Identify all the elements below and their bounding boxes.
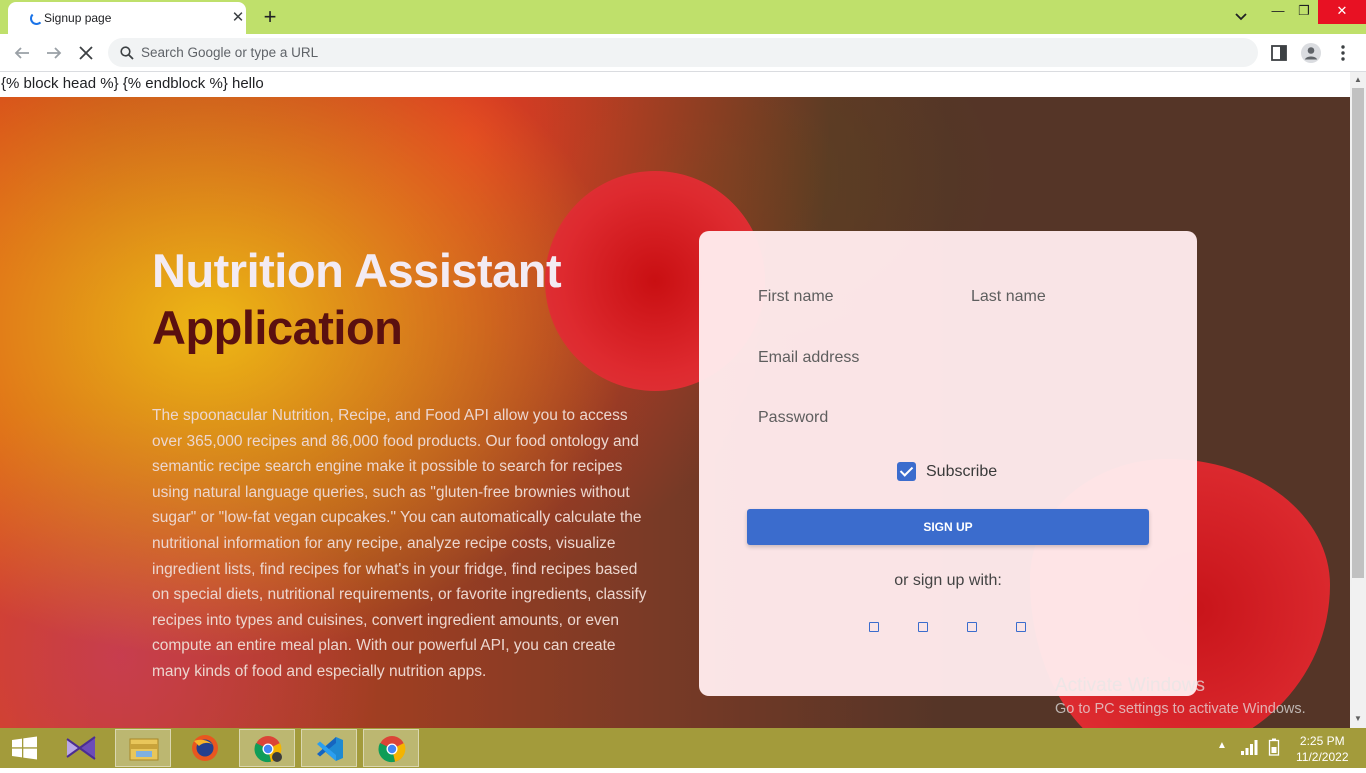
browser-menu-button[interactable]	[1332, 42, 1354, 64]
back-button[interactable]	[11, 42, 33, 64]
signal-bars-icon	[1241, 740, 1258, 755]
page-title-line2: Application	[152, 301, 403, 354]
taskbar-vscode[interactable]	[301, 729, 357, 767]
hero-section: Nutrition Assistant Application The spoo…	[0, 97, 1350, 728]
tab-search-button[interactable]	[1229, 6, 1253, 28]
loading-spinner-icon	[30, 12, 43, 25]
alt-signup-text: or sign up with:	[894, 572, 1002, 589]
taskbar-chrome-canary[interactable]	[239, 729, 295, 767]
github-icon[interactable]	[1016, 622, 1026, 632]
more-vertical-icon	[1341, 45, 1345, 61]
browser-tab[interactable]: Signup page ✕	[8, 2, 246, 34]
file-explorer-icon	[129, 738, 159, 761]
visual-studio-icon	[66, 736, 96, 760]
clock-date: 11/2/2022	[1296, 750, 1349, 764]
app-description: The spoonacular Nutrition, Recipe, and F…	[152, 407, 647, 680]
browser-toolbar: Search Google or type a URL	[0, 34, 1366, 72]
google-icon[interactable]	[918, 622, 928, 632]
firefox-icon	[192, 735, 218, 761]
taskbar: ▲ 2:25 PM 11/2/2022	[0, 728, 1366, 768]
start-icon	[12, 736, 37, 760]
chevron-down-icon	[1235, 13, 1247, 21]
profile-button[interactable]	[1300, 42, 1322, 64]
address-bar-placeholder: Search Google or type a URL	[141, 45, 319, 60]
taskbar-chrome[interactable]	[363, 729, 419, 767]
signup-button[interactable]: SIGN UP	[747, 509, 1149, 545]
raw-template-text: {% block head %} {% endblock %} hello	[1, 75, 264, 92]
page-viewport: {% block head %} {% endblock %} hello Nu…	[0, 72, 1366, 728]
battery-shape-icon	[1268, 738, 1280, 756]
side-panel-icon	[1271, 45, 1287, 61]
first-name-field[interactable]: First name	[758, 288, 834, 306]
signup-card: First name Last name Email address Passw…	[699, 231, 1197, 696]
vertical-scrollbar[interactable]: ▲ ▼	[1350, 72, 1366, 728]
watermark-title: Activate Windows	[1055, 675, 1205, 696]
start-button[interactable]	[0, 729, 50, 767]
new-tab-button[interactable]: +	[257, 4, 283, 30]
subscribe-checkbox[interactable]	[897, 462, 916, 481]
scroll-down-icon[interactable]: ▼	[1354, 714, 1362, 723]
restore-button[interactable]: ❐	[1289, 0, 1319, 24]
arrow-left-icon	[14, 47, 29, 59]
battery-icon[interactable]	[1268, 738, 1280, 759]
clock-time: 2:25 PM	[1299, 734, 1345, 748]
system-clock[interactable]: 2:25 PM 11/2/2022	[1296, 733, 1349, 765]
stop-loading-button[interactable]	[75, 42, 97, 64]
taskbar-visual-studio[interactable]	[53, 729, 109, 767]
subscribe-label: Subscribe	[926, 463, 998, 480]
page-title-line1: Nutrition Assistant	[152, 244, 562, 297]
taskbar-file-explorer[interactable]	[115, 729, 171, 767]
chrome-icon	[378, 736, 406, 763]
twitter-icon[interactable]	[967, 622, 977, 632]
scrollbar-thumb[interactable]	[1352, 88, 1364, 578]
last-name-field[interactable]: Last name	[971, 288, 1046, 306]
search-icon	[120, 46, 134, 60]
watermark-subtitle: Go to PC settings to activate Windows.	[1055, 701, 1306, 717]
network-icon[interactable]	[1240, 738, 1258, 759]
chrome-canary-icon	[254, 736, 282, 763]
email-field[interactable]: Email address	[758, 349, 859, 367]
taskbar-firefox[interactable]	[177, 729, 233, 767]
address-bar[interactable]: Search Google or type a URL	[108, 38, 1258, 67]
password-field[interactable]: Password	[758, 409, 828, 427]
window-close-button[interactable]: ✕	[1318, 0, 1366, 24]
facebook-icon[interactable]	[869, 622, 879, 632]
avatar-icon	[1301, 43, 1321, 63]
tab-close-button[interactable]: ✕	[228, 8, 248, 28]
activate-windows-watermark: Activate Windows Go to PC settings to ac…	[1055, 675, 1306, 717]
forward-button[interactable]	[43, 42, 65, 64]
show-hidden-icons-icon[interactable]: ▲	[1217, 740, 1227, 751]
vscode-icon	[317, 737, 343, 761]
tab-title: Signup page	[44, 11, 112, 25]
side-panel-button[interactable]	[1268, 42, 1290, 64]
page-title: Nutrition Assistant Application	[152, 242, 562, 356]
arrow-right-icon	[47, 47, 62, 59]
browser-tabstrip: Signup page ✕ + — ❐ ✕	[0, 0, 1366, 34]
scroll-up-icon[interactable]: ▲	[1354, 75, 1362, 84]
close-icon	[79, 46, 93, 60]
